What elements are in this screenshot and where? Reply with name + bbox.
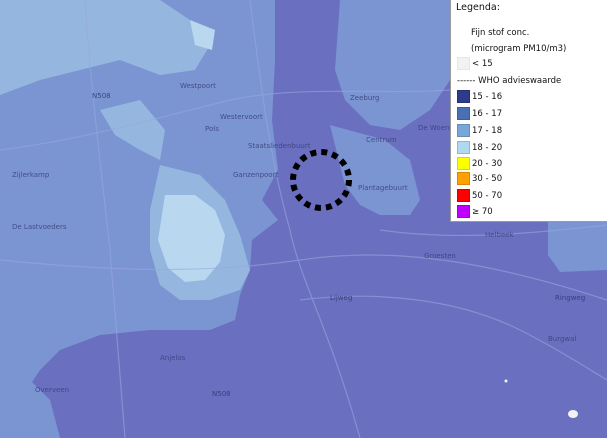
legend-label: 50 - 70	[472, 190, 503, 201]
place-label: Plantagebuurt	[358, 184, 408, 192]
place-label: Staatsliedenbuurt	[248, 142, 311, 150]
road-label: Ringweg	[555, 294, 585, 302]
legend-swatch	[457, 90, 470, 103]
place-label: Groesten	[424, 252, 456, 260]
zone-16-17-east	[548, 222, 607, 272]
legend-item: < 15	[457, 57, 493, 70]
legend-swatch	[457, 205, 470, 218]
legend-item: 16 - 17	[457, 107, 502, 120]
map-legend: Legenda: Fijn stof conc. (microgram PM10…	[450, 0, 607, 222]
legend-item: ≥ 70	[457, 205, 493, 218]
legend-label: 30 - 50	[472, 173, 503, 184]
place-label: Burgwal	[548, 335, 576, 343]
legend-subtitle: Fijn stof conc.	[471, 28, 530, 38]
place-label: Zeeburg	[350, 94, 380, 102]
place-label: Westpoort	[180, 82, 216, 90]
place-label: Westervoort	[220, 113, 263, 121]
legend-swatch	[457, 57, 470, 70]
legend-label: 16 - 17	[472, 108, 503, 119]
legend-label: 15 - 16	[472, 91, 503, 102]
legend-item: 18 - 20	[457, 141, 502, 154]
legend-label: < 15	[472, 58, 493, 69]
place-label: Helbeek	[485, 231, 515, 239]
road-label: N508	[92, 92, 111, 100]
legend-item: 20 - 30	[457, 157, 502, 170]
legend-label: ≥ 70	[472, 206, 493, 217]
legend-swatch	[457, 157, 470, 170]
legend-swatch	[457, 124, 470, 137]
place-label: De Lastvoeders	[12, 223, 67, 231]
place-label: Overveen	[35, 386, 69, 394]
legend-item: 30 - 50	[457, 172, 502, 185]
legend-title: Legenda:	[456, 2, 500, 13]
legend-unit: (microgram PM10/m3)	[471, 44, 567, 54]
road-label: Lijweg	[330, 294, 352, 302]
place-label: Zijlerkamp	[12, 171, 50, 179]
legend-swatch	[457, 189, 470, 202]
place-label: De Woerd	[418, 124, 452, 132]
legend-label: 17 - 18	[472, 125, 503, 136]
legend-item: 17 - 18	[457, 124, 502, 137]
legend-label: 20 - 30	[472, 158, 503, 169]
zone-lt15-spot	[568, 410, 578, 418]
legend-item: 50 - 70	[457, 189, 502, 202]
place-label: Pols	[205, 125, 219, 133]
legend-label: 18 - 20	[472, 142, 503, 153]
road-label: N508	[212, 390, 231, 398]
legend-who-line: ------ WHO advieswaarde	[457, 76, 562, 86]
zone-lt15-dot	[504, 379, 508, 383]
legend-item: 15 - 16	[457, 90, 502, 103]
legend-swatch	[457, 141, 470, 154]
legend-swatch	[457, 172, 470, 185]
place-label: Ganzenpoort	[233, 171, 278, 179]
legend-swatch	[457, 107, 470, 120]
place-label: Anjelos	[160, 354, 186, 362]
place-label: Centrum	[366, 136, 397, 144]
